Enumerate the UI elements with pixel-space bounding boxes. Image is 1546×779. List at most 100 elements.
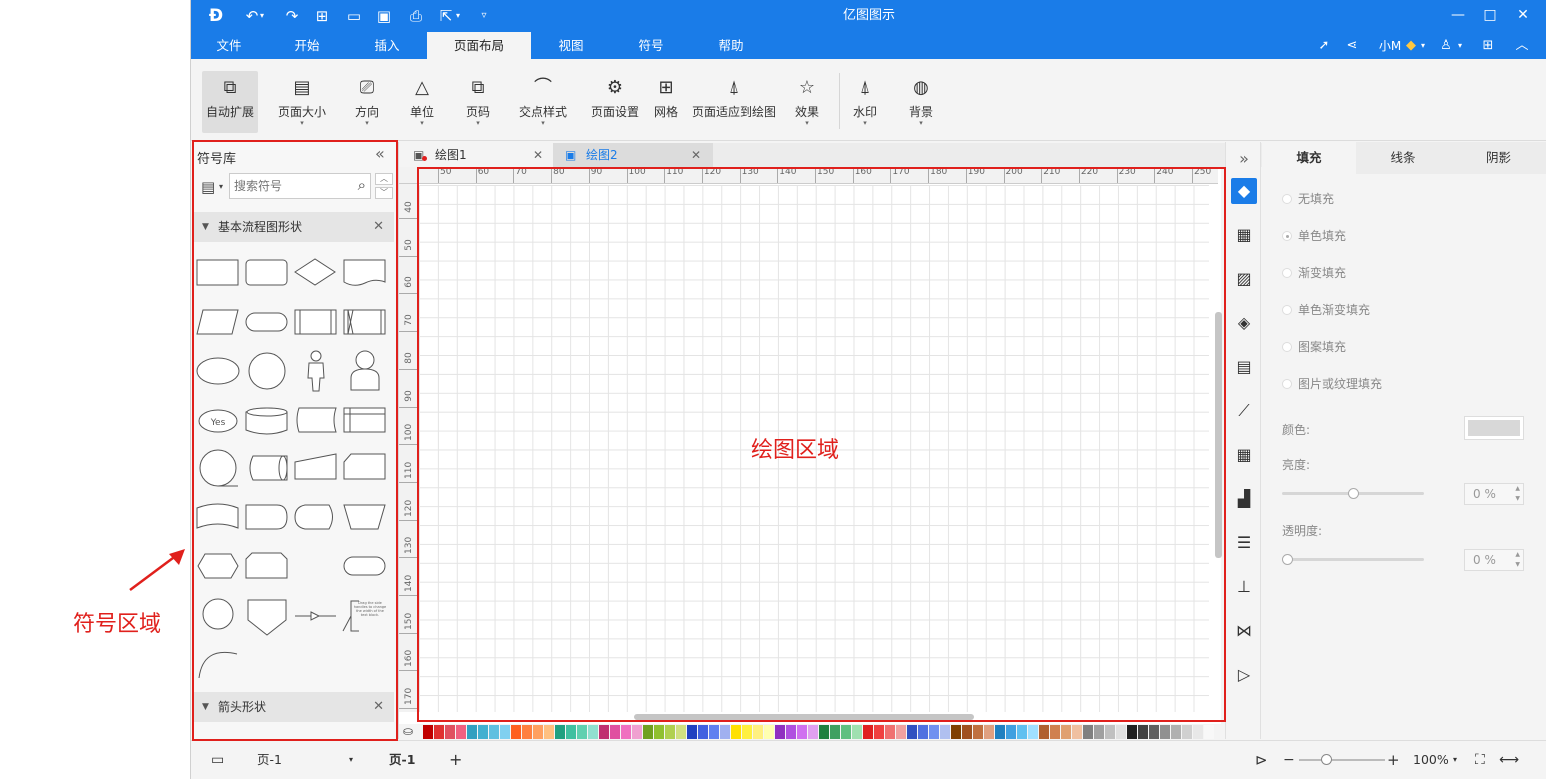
- close-tab-icon[interactable]: ✕: [533, 143, 543, 167]
- color-swatch[interactable]: [1105, 725, 1115, 739]
- color-swatch[interactable]: [929, 725, 939, 739]
- menu-insert[interactable]: 插入: [357, 32, 417, 59]
- color-swatch[interactable]: [1028, 725, 1038, 739]
- table-icon[interactable]: ▦: [1231, 442, 1257, 468]
- color-swatch[interactable]: [555, 725, 565, 739]
- ribbon-button-page-setup[interactable]: ⚙ 页面设置: [585, 71, 645, 133]
- shape-circle[interactable]: [248, 352, 286, 390]
- mind-map-icon[interactable]: ⋈: [1231, 618, 1257, 644]
- shape-display[interactable]: [294, 504, 333, 530]
- menu-symbol[interactable]: 符号: [621, 32, 681, 59]
- ribbon-button-effect[interactable]: ☆ 效果 ▾: [785, 71, 829, 133]
- color-swatch[interactable]: [775, 725, 785, 739]
- color-swatch[interactable]: [1039, 725, 1049, 739]
- scroll-up-icon[interactable]: ︿: [375, 173, 393, 185]
- color-swatch[interactable]: [1072, 725, 1082, 739]
- color-swatch[interactable]: [907, 725, 917, 739]
- color-swatch[interactable]: [1138, 725, 1148, 739]
- tab-shadow[interactable]: 阴影: [1450, 142, 1546, 174]
- shape-user[interactable]: [350, 350, 380, 391]
- color-swatch[interactable]: [973, 725, 983, 739]
- tab-fill[interactable]: 填充: [1262, 142, 1356, 174]
- color-swatch[interactable]: [676, 725, 686, 739]
- color-swatch[interactable]: [940, 725, 950, 739]
- color-swatch[interactable]: [1160, 725, 1170, 739]
- color-swatch[interactable]: [478, 725, 488, 739]
- color-swatch[interactable]: [1050, 725, 1060, 739]
- symbol-search-input[interactable]: [234, 177, 344, 195]
- zoom-dropdown-icon[interactable]: ▾: [1453, 751, 1457, 769]
- share-icon[interactable]: ⋖: [1341, 36, 1363, 56]
- page-layout-icon[interactable]: ▭: [211, 751, 224, 769]
- color-swatch[interactable]: [423, 725, 433, 739]
- color-swatch[interactable]: [467, 725, 477, 739]
- send-icon[interactable]: ➚: [1313, 36, 1335, 56]
- ribbon-button-auto-expand[interactable]: ⧉ 自动扩展: [202, 71, 258, 133]
- color-swatch[interactable]: [1006, 725, 1016, 739]
- tab-line[interactable]: 线条: [1356, 142, 1450, 174]
- color-swatch[interactable]: [731, 725, 741, 739]
- search-icon[interactable]: ⌕: [358, 176, 366, 194]
- zoom-slider-knob[interactable]: [1320, 754, 1332, 765]
- shape-decision[interactable]: [294, 258, 336, 286]
- shape-document[interactable]: [343, 259, 386, 286]
- section-arrow-shapes[interactable]: ▼ 箭头形状 ✕: [194, 692, 394, 722]
- save-icon[interactable]: ▣: [373, 6, 395, 26]
- color-swatch[interactable]: [951, 725, 961, 739]
- open-folder-icon[interactable]: ▭: [343, 6, 365, 26]
- shape-data[interactable]: [196, 309, 239, 335]
- color-swatch[interactable]: [764, 725, 774, 739]
- ribbon-button-orientation[interactable]: ⎚ 方向 ▾: [341, 71, 393, 133]
- gantt-icon[interactable]: ☰: [1231, 530, 1257, 556]
- shape-arc[interactable]: [198, 652, 238, 679]
- color-swatch[interactable]: [819, 725, 829, 739]
- section-basic-flowchart[interactable]: ▼ 基本流程图形状 ✕: [194, 212, 394, 242]
- page-tab[interactable]: 页-1: [389, 751, 415, 769]
- menu-home[interactable]: 开始: [277, 32, 337, 59]
- close-section-icon[interactable]: ✕: [373, 692, 384, 722]
- color-swatch[interactable]: [588, 725, 598, 739]
- ribbon-button-unit[interactable]: △ 单位 ▾: [396, 71, 448, 133]
- maximize-icon[interactable]: □: [1478, 4, 1502, 26]
- color-swatch[interactable]: [1094, 725, 1104, 739]
- menu-file[interactable]: 文件: [199, 32, 259, 59]
- ribbon-button-watermark[interactable]: ⍋ 水印 ▾: [842, 71, 888, 133]
- shape-manual-input[interactable]: [294, 453, 337, 480]
- color-swatch[interactable]: [830, 725, 840, 739]
- print-icon[interactable]: ⎙: [405, 6, 427, 26]
- color-swatch[interactable]: [786, 725, 796, 739]
- transparency-slider-knob[interactable]: [1282, 554, 1293, 565]
- shape-predefined-process[interactable]: [294, 309, 337, 335]
- color-swatch[interactable]: [654, 725, 664, 739]
- color-swatch[interactable]: [808, 725, 818, 739]
- user-name[interactable]: 小M: [1377, 36, 1403, 56]
- expand-triangle-icon[interactable]: ▼: [202, 692, 209, 722]
- library-manager-icon[interactable]: ▤: [201, 178, 215, 196]
- shape-terminator[interactable]: [245, 312, 288, 332]
- close-icon[interactable]: ✕: [1511, 4, 1535, 26]
- brightness-input[interactable]: 0 % ▲ ▼: [1464, 483, 1524, 505]
- menu-help[interactable]: 帮助: [701, 32, 761, 59]
- shape-card[interactable]: [343, 453, 386, 480]
- color-swatch[interactable]: [456, 725, 466, 739]
- apps-grid-icon[interactable]: ⊞: [1477, 36, 1499, 56]
- color-swatch[interactable]: [1083, 725, 1093, 739]
- ribbon-button-fit-to-drawing[interactable]: ⍋ 页面适应到绘图: [688, 71, 780, 133]
- ribbon-button-page-size[interactable]: ▤ 页面大小 ▾: [273, 71, 331, 133]
- fill-icon[interactable]: ◆: [1231, 178, 1257, 204]
- expand-triangle-icon[interactable]: ▼: [202, 212, 209, 242]
- color-swatch[interactable]: [896, 725, 906, 739]
- brightness-slider[interactable]: [1282, 488, 1424, 499]
- shape-preparation[interactable]: [197, 553, 239, 579]
- undo-dropdown-icon[interactable]: ▾: [257, 6, 267, 26]
- color-swatch[interactable]: [1171, 725, 1181, 739]
- color-swatch[interactable]: [698, 725, 708, 739]
- shape-punched-tape[interactable]: [196, 503, 239, 529]
- color-swatch[interactable]: [797, 725, 807, 739]
- color-swatch[interactable]: [1017, 725, 1027, 739]
- page-select-dropdown-icon[interactable]: ▾: [349, 751, 353, 769]
- color-swatch[interactable]: [599, 725, 609, 739]
- chart-icon[interactable]: ⟋: [1231, 398, 1257, 424]
- horizontal-scrollbar[interactable]: [634, 714, 974, 720]
- theme-shirt-icon[interactable]: ♙: [1435, 36, 1457, 56]
